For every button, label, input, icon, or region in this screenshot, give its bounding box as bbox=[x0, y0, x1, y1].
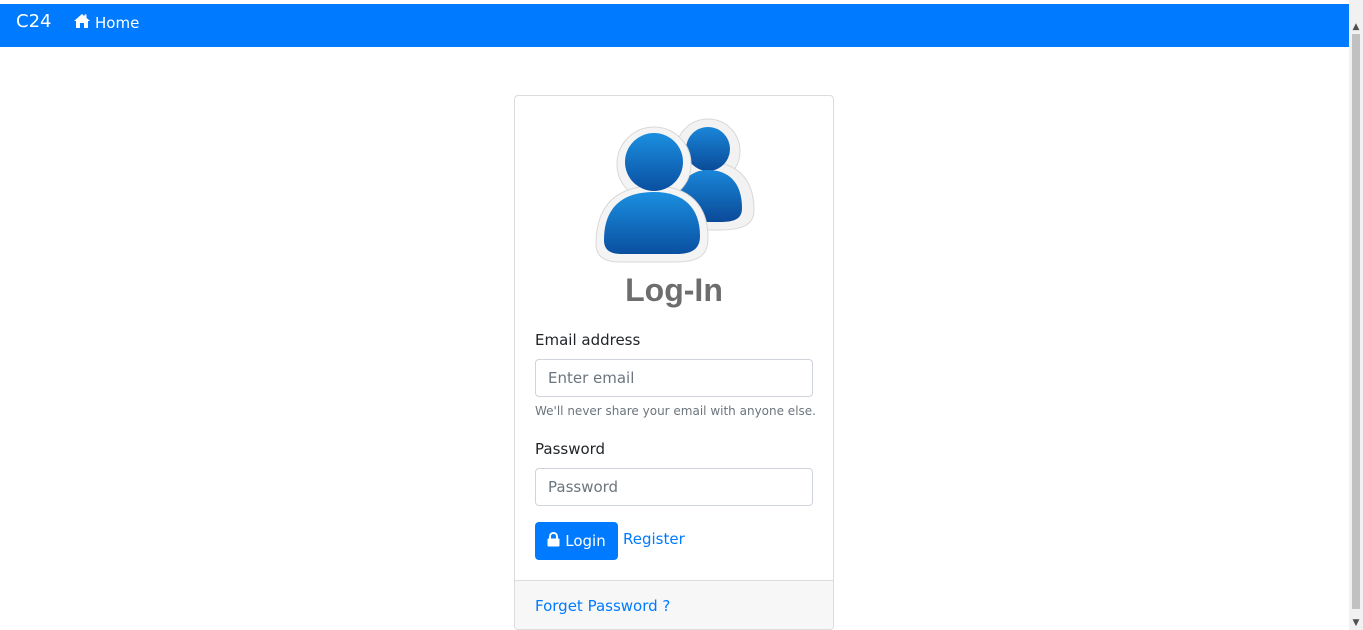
users-icon bbox=[590, 106, 760, 266]
login-title: Log-In bbox=[625, 272, 723, 308]
login-button[interactable]: Login bbox=[535, 522, 618, 560]
email-help-text: We'll never share your email with anyone… bbox=[535, 404, 816, 418]
login-card: Log-In Email address We'll never share y… bbox=[514, 95, 834, 630]
login-button-label: Login bbox=[565, 532, 606, 550]
scroll-down-arrow-icon[interactable]: ▼ bbox=[1349, 616, 1363, 630]
password-label: Password bbox=[535, 440, 606, 458]
email-input[interactable] bbox=[535, 359, 813, 397]
brand-link[interactable]: C24 bbox=[16, 12, 51, 32]
lock-icon bbox=[547, 531, 565, 551]
card-footer: Forget Password ? bbox=[515, 580, 833, 629]
nav-home-link[interactable]: Home bbox=[73, 13, 139, 32]
password-input[interactable] bbox=[535, 468, 813, 506]
home-icon bbox=[73, 13, 95, 32]
forget-password-link[interactable]: Forget Password ? bbox=[535, 597, 670, 615]
scrollbar-thumb[interactable] bbox=[1352, 34, 1360, 609]
scroll-up-arrow-icon[interactable]: ▲ bbox=[1349, 20, 1363, 34]
vertical-scrollbar[interactable]: ▲ ▼ bbox=[1349, 0, 1363, 630]
email-label: Email address bbox=[535, 331, 641, 349]
top-navbar: C24 Home bbox=[0, 4, 1349, 47]
register-link[interactable]: Register bbox=[623, 530, 685, 548]
nav-home-label: Home bbox=[95, 13, 140, 32]
